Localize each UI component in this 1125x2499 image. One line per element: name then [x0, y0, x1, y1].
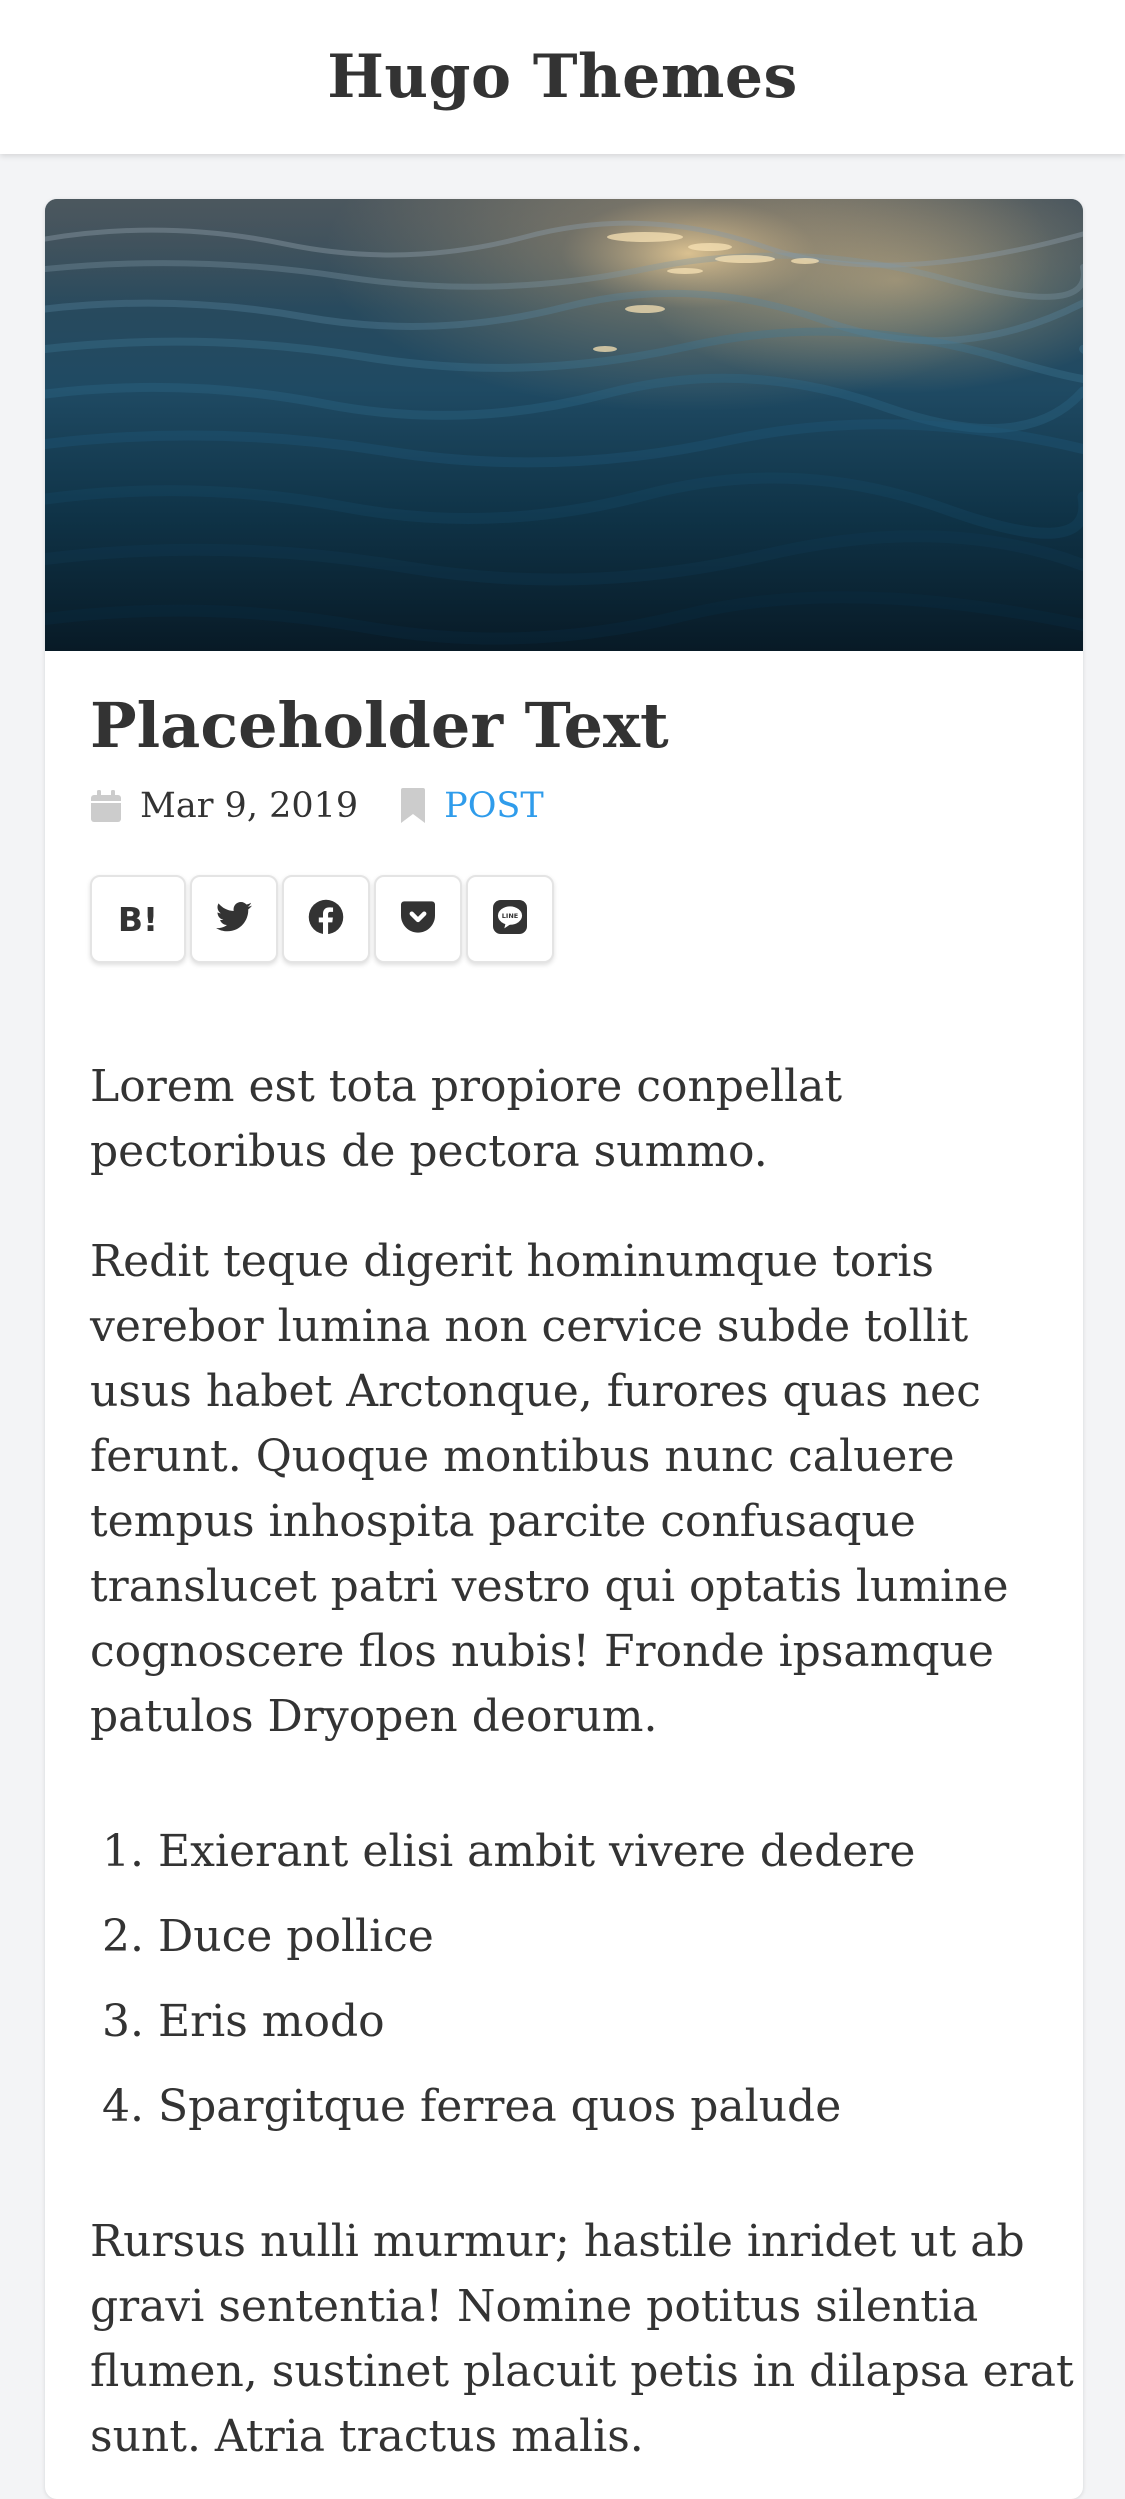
facebook-share-button[interactable]: [282, 875, 370, 963]
post-category-link[interactable]: POST: [444, 786, 544, 826]
line-share-button[interactable]: LINE: [466, 875, 554, 963]
bookmark-icon: [400, 788, 426, 824]
paragraph: Lorem est tota propiore conpellat pector…: [90, 1061, 843, 1177]
share-buttons: B! LINE: [90, 875, 1080, 969]
list-item: Exierant elisi ambit vivere dedere: [158, 1819, 1080, 1884]
calendar-icon: [90, 789, 122, 823]
list-item: Eris modo: [158, 1989, 1080, 2054]
hatena-bookmark-icon: B!: [117, 899, 159, 939]
site-header: Hugo Themes: [0, 0, 1125, 154]
line-icon: LINE: [493, 900, 527, 938]
paragraph: Rursus nulli murmur; hastile inridet ut …: [90, 2216, 1074, 2462]
facebook-icon: [308, 899, 344, 939]
list-item: Spargitque ferrea quos palude: [158, 2074, 1080, 2139]
post-meta: Mar 9, 2019 POST: [90, 781, 1080, 831]
hatena-share-button[interactable]: B!: [90, 875, 186, 963]
post-card: Placeholder Text Mar 9, 2019 POST B! LIN…: [45, 199, 1083, 2499]
post-date: Mar 9, 2019: [140, 786, 359, 826]
list-item: Duce pollice: [158, 1904, 1080, 1969]
svg-text:LINE: LINE: [502, 912, 518, 920]
ordered-list: Exierant elisi ambit vivere dedere Duce …: [90, 1819, 1080, 2139]
pocket-share-button[interactable]: [374, 875, 462, 963]
twitter-icon: [216, 902, 252, 936]
twitter-share-button[interactable]: [190, 875, 278, 963]
pocket-icon: [401, 901, 435, 937]
hero-image: [45, 199, 1083, 651]
post-content: Placeholder Text Mar 9, 2019 POST B! LIN…: [90, 681, 1080, 2499]
post-body: Lorem est tota propiore conpellat pector…: [90, 1054, 1080, 2469]
post-title: Placeholder Text: [90, 689, 669, 762]
site-title-link[interactable]: Hugo Themes: [327, 42, 798, 112]
paragraph: Redit teque digerit hominumque toris ver…: [90, 1236, 1009, 1742]
